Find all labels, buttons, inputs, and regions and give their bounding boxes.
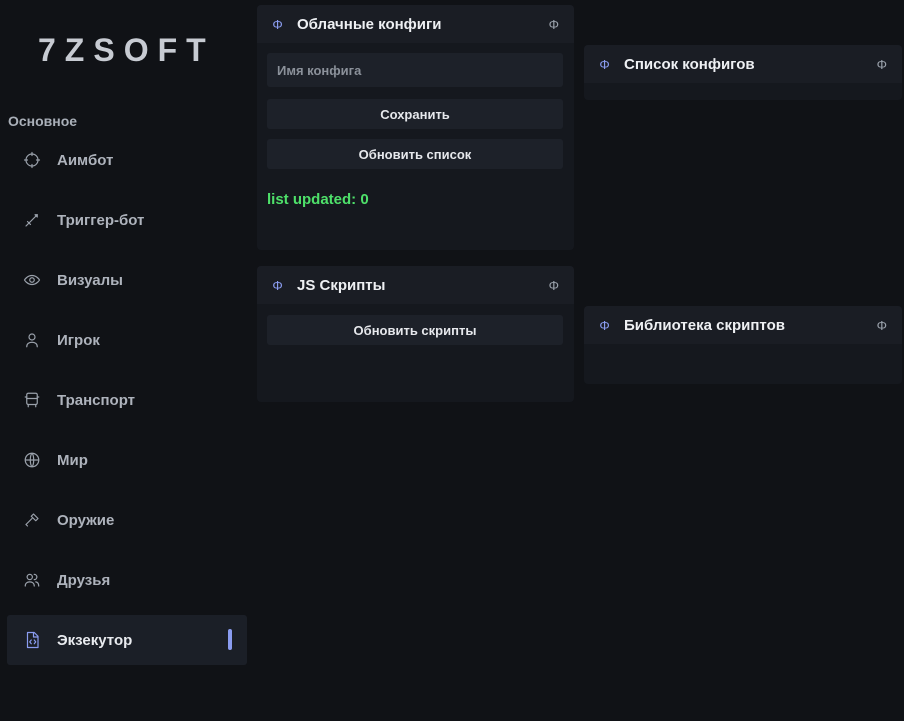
panel-title: JS Скрипты: [297, 276, 386, 294]
panel-title: Список конфигов: [624, 55, 755, 73]
config-name-input[interactable]: [267, 53, 563, 87]
sidebar-item-label: Триггер-бот: [57, 211, 145, 229]
eye-icon: [23, 271, 41, 289]
user-icon: [23, 331, 41, 349]
panel-header: Φ Облачные конфиги Φ: [257, 5, 574, 43]
phi-icon[interactable]: Φ: [877, 57, 887, 72]
sidebar-item-label: Друзья: [57, 571, 111, 589]
active-indicator: [228, 629, 232, 650]
sidebar-section-label: Основное: [8, 113, 78, 129]
phi-icon[interactable]: Φ: [549, 278, 559, 293]
phi-icon[interactable]: Φ: [877, 318, 887, 333]
sword-icon: [23, 211, 41, 229]
sidebar-item-visuals[interactable]: Визуалы: [7, 255, 247, 305]
file-code-icon: [23, 631, 41, 649]
sidebar-item-player[interactable]: Игрок: [7, 315, 247, 365]
refresh-list-button[interactable]: Обновить список: [267, 139, 563, 169]
config-list-panel: Φ Список конфигов Φ: [584, 45, 902, 100]
sidebar-item-aimbot[interactable]: Аимбот: [7, 135, 247, 185]
phi-icon[interactable]: Φ: [549, 17, 559, 32]
sidebar-item-triggerbot[interactable]: Триггер-бот: [7, 195, 247, 245]
sidebar-item-label: Оружие: [57, 511, 115, 529]
users-icon: [23, 571, 41, 589]
sidebar-nav: Аимбот Триггер-бот Визуалы Игрок Транспо…: [7, 135, 247, 675]
sidebar: 7ZSOFT Основное Аимбот Триггер-бот Визуа…: [0, 0, 250, 721]
panel-header: Φ Список конфигов Φ: [584, 45, 902, 83]
car-icon: [23, 391, 41, 409]
phi-icon: Φ: [272, 277, 283, 293]
phi-icon: Φ: [272, 16, 283, 32]
hammer-icon: [23, 511, 41, 529]
sidebar-item-label: Игрок: [57, 331, 100, 349]
sidebar-item-label: Экзекутор: [57, 631, 133, 649]
sidebar-item-weapons[interactable]: Оружие: [7, 495, 247, 545]
panel-title: Библиотека скриптов: [624, 316, 785, 334]
app-window: 7ZSOFT Основное Аимбот Триггер-бот Визуа…: [0, 0, 904, 721]
refresh-scripts-button[interactable]: Обновить скрипты: [267, 315, 563, 345]
save-button[interactable]: Сохранить: [267, 99, 563, 129]
crosshair-icon: [23, 151, 41, 169]
sidebar-item-transport[interactable]: Транспорт: [7, 375, 247, 425]
phi-icon: Φ: [599, 317, 610, 333]
sidebar-item-label: Транспорт: [57, 391, 136, 409]
script-library-panel: Φ Библиотека скриптов Φ: [584, 306, 902, 384]
sidebar-item-friends[interactable]: Друзья: [7, 555, 247, 605]
js-scripts-panel: Φ JS Скрипты Φ Обновить скрипты: [257, 266, 574, 402]
logo: 7ZSOFT: [38, 32, 215, 68]
panel-title: Облачные конфиги: [297, 15, 442, 33]
panel-header: Φ Библиотека скриптов Φ: [584, 306, 902, 344]
sidebar-item-label: Аимбот: [57, 151, 114, 169]
sidebar-item-label: Мир: [57, 451, 88, 469]
sidebar-item-executor[interactable]: Экзекутор: [7, 615, 247, 665]
sidebar-item-world[interactable]: Мир: [7, 435, 247, 485]
status-text: list updated: 0: [267, 191, 369, 208]
sidebar-item-label: Визуалы: [57, 271, 123, 289]
globe-icon: [23, 451, 41, 469]
cloud-configs-panel: Φ Облачные конфиги Φ Сохранить Обновить …: [257, 5, 574, 250]
phi-icon: Φ: [599, 56, 610, 72]
panel-header: Φ JS Скрипты Φ: [257, 266, 574, 304]
